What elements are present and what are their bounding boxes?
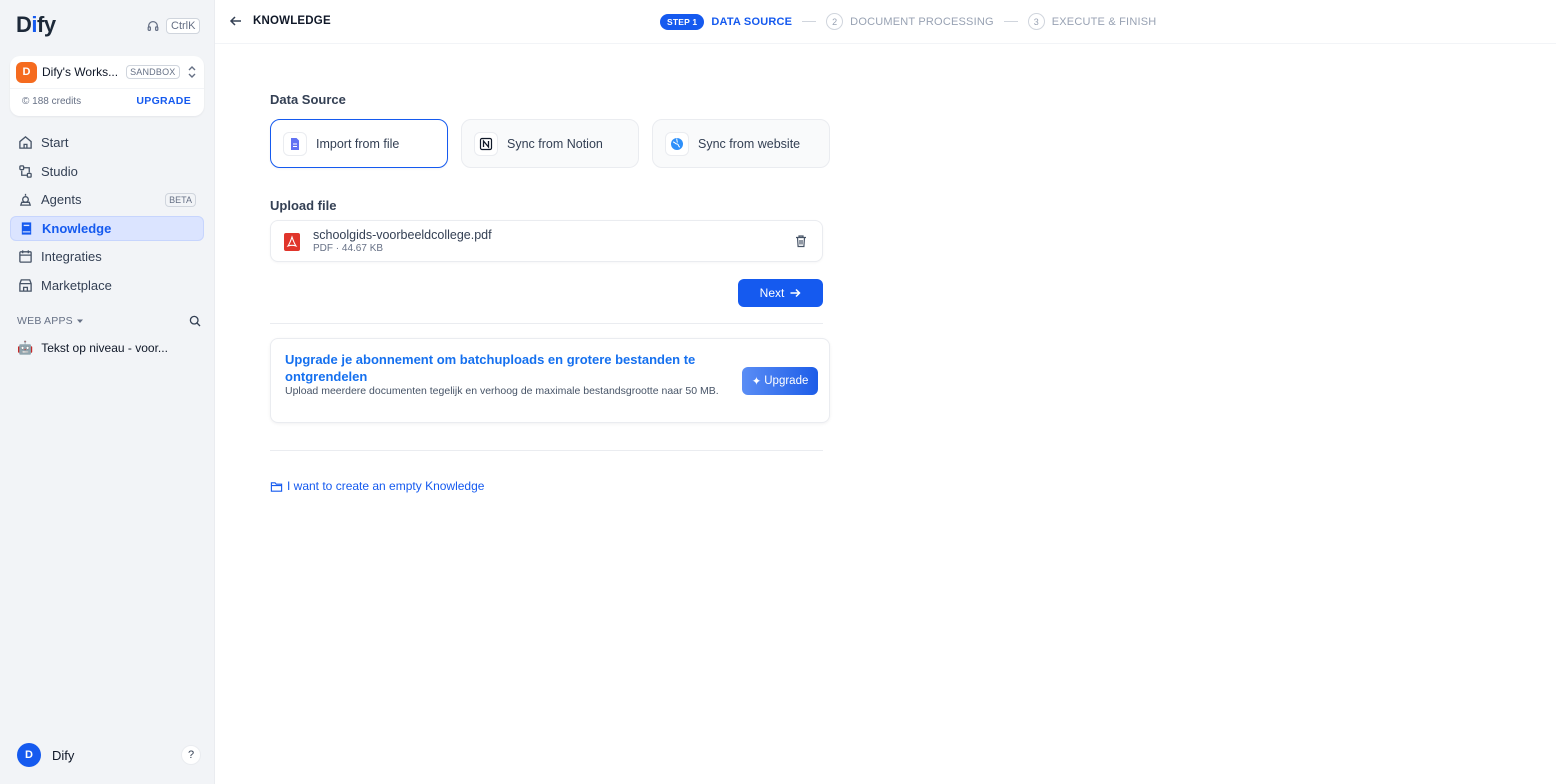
step-3-number: 3: [1027, 13, 1045, 30]
data-source-title: Data Source: [270, 92, 346, 107]
home-icon: [19, 136, 32, 149]
help-button[interactable]: ?: [181, 745, 201, 765]
user-account: D Dify ?: [17, 743, 201, 767]
sidebar: Dify CtrlK D Dify's Works... SANDBOX © 1…: [0, 0, 215, 784]
logo-suffix: fy: [37, 12, 56, 37]
search-shortcut[interactable]: CtrlK: [146, 18, 201, 34]
credits-text: 188 credits: [32, 96, 82, 107]
next-label: Next: [759, 286, 785, 300]
credits-count: © 188 credits: [22, 96, 82, 107]
upgrade-title: Upgrade je abonnement om batchuploads en…: [285, 352, 696, 384]
webapp-item[interactable]: 🤖 Tekst op niveau - voor...: [17, 338, 168, 358]
source-import-file[interactable]: Import from file: [270, 119, 448, 168]
nav-label: Integraties: [41, 249, 102, 265]
upgrade-link[interactable]: UPGRADE: [136, 95, 191, 107]
step-1-label: DATA SOURCE: [711, 15, 793, 28]
nav-label: Knowledge: [42, 220, 112, 236]
web-apps-label[interactable]: WEB APPS: [17, 315, 73, 327]
nav-item-integraties[interactable]: Integraties: [10, 244, 204, 269]
dify-logo[interactable]: Dify: [16, 12, 56, 38]
search-icon[interactable]: [189, 315, 201, 327]
trash-icon[interactable]: [794, 234, 808, 248]
file-icon: [291, 137, 299, 150]
uploaded-file: schoolgids-voorbeeldcollege.pdf PDF · 44…: [270, 220, 823, 262]
upgrade-button[interactable]: ✦ Upgrade: [742, 367, 818, 395]
nav-label: Agents: [41, 192, 82, 208]
page-title: KNOWLEDGE: [253, 15, 331, 27]
webapp-label: Tekst op niveau - voor...: [41, 341, 168, 355]
sparkle-icon: ✦: [751, 376, 762, 388]
arrow-right-icon: [790, 288, 801, 298]
file-name: schoolgids-voorbeeldcollege.pdf: [313, 228, 492, 242]
step-connector: [802, 21, 817, 22]
upgrade-banner: Upgrade je abonnement om batchuploads en…: [270, 338, 830, 423]
shortcut-key: CtrlK: [166, 18, 201, 34]
chevron-up-down-icon: [188, 66, 196, 78]
agent-icon: [19, 194, 32, 206]
upload-file-title: Upload file: [270, 198, 337, 213]
caret-down-icon[interactable]: [76, 317, 84, 325]
step-2-number: 2: [826, 13, 844, 30]
calendar-icon: [19, 250, 32, 264]
create-empty-knowledge-link[interactable]: I want to create an empty Knowledge: [270, 479, 484, 493]
nav-label: Start: [41, 135, 69, 150]
plan-badge: SANDBOX: [126, 65, 180, 79]
workspace-name: Dify's Works...: [42, 65, 119, 79]
next-button[interactable]: Next: [738, 279, 823, 307]
stepper: STEP 1 DATA SOURCE 2 DOCUMENT PROCESSING…: [660, 12, 1156, 31]
nav-item-start[interactable]: Start: [10, 130, 204, 155]
source-sync-notion[interactable]: Sync from Notion: [461, 119, 639, 168]
upgrade-button-label: Upgrade: [764, 375, 809, 387]
globe-icon-wrap: [665, 131, 689, 156]
divider: [10, 88, 204, 89]
step-3-label: EXECUTE & FINISH: [1051, 15, 1157, 28]
user-avatar[interactable]: D: [17, 743, 41, 767]
file-icon-wrap: [283, 131, 307, 156]
source-label: Import from file: [316, 136, 400, 151]
studio-icon: [19, 164, 32, 178]
nav-item-knowledge[interactable]: Knowledge: [10, 215, 204, 241]
pdf-icon: [284, 233, 300, 251]
nav-label: Studio: [41, 163, 78, 179]
notion-icon: [479, 137, 493, 150]
notion-icon-wrap: [474, 131, 498, 156]
book-icon: [21, 222, 32, 235]
nav-item-agents[interactable]: Agents BETA: [10, 187, 204, 212]
user-name[interactable]: Dify: [52, 748, 74, 763]
divider: [270, 323, 823, 324]
logo-prefix: D: [16, 12, 32, 37]
upgrade-description: Upload meerdere documenten tegelijk en v…: [285, 385, 719, 397]
workspace-selector[interactable]: D Dify's Works... SANDBOX: [16, 61, 198, 83]
nav-item-studio[interactable]: Studio: [10, 159, 204, 184]
step-2-label: DOCUMENT PROCESSING: [850, 15, 994, 28]
nav-label: Marketplace: [41, 277, 112, 293]
top-header: KNOWLEDGE STEP 1 DATA SOURCE 2 DOCUMENT …: [215, 0, 1556, 44]
web-apps-header: WEB APPS: [17, 314, 201, 328]
step-connector: [1003, 21, 1018, 22]
workspace-card: D Dify's Works... SANDBOX © 188 credits …: [10, 56, 204, 116]
robot-icon: 🤖: [17, 340, 34, 355]
source-sync-website[interactable]: Sync from website: [652, 119, 830, 168]
source-label: Sync from Notion: [507, 136, 603, 151]
beta-badge: BETA: [165, 192, 196, 207]
folder-icon: [270, 481, 283, 492]
headset-icon: [147, 21, 159, 31]
step-1-pill: STEP 1: [660, 13, 705, 30]
back-arrow-icon[interactable]: [229, 14, 243, 28]
source-label: Sync from website: [698, 136, 801, 151]
workspace-avatar: D: [16, 61, 37, 83]
empty-link-label: I want to create an empty Knowledge: [287, 479, 485, 493]
nav-item-marketplace[interactable]: Marketplace: [10, 273, 204, 298]
file-meta: PDF · 44.67 KB: [313, 243, 384, 254]
main-nav: Start Studio Agents BETA Knowledge Integ…: [10, 130, 204, 302]
globe-icon: [671, 137, 683, 150]
store-icon: [19, 279, 32, 292]
divider: [270, 450, 823, 451]
